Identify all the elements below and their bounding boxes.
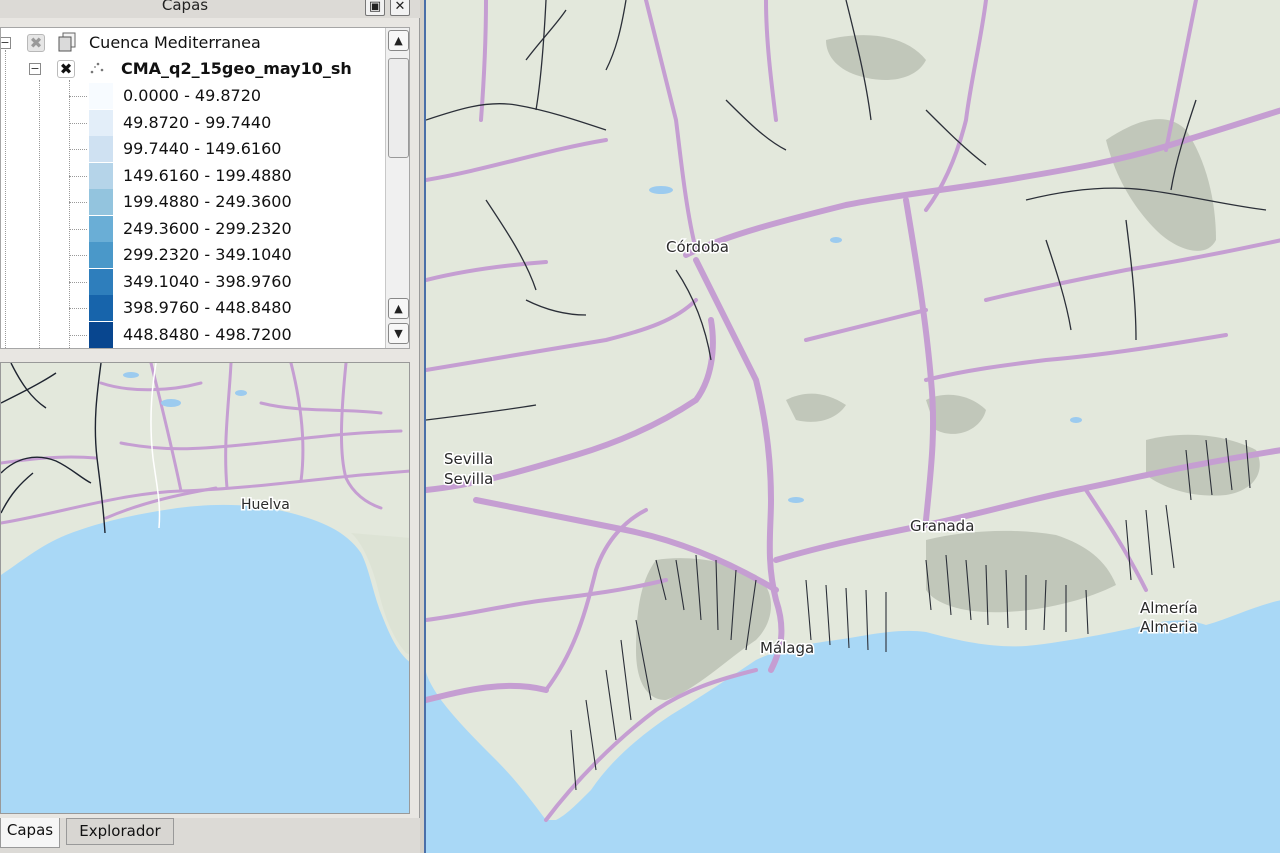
legend-color-swatch: [89, 242, 113, 268]
legend-row: 0.0000 - 49.8720: [1, 83, 381, 109]
overview-map[interactable]: Huelva: [0, 362, 410, 814]
legend-row: 349.1040 - 398.9760: [1, 268, 381, 295]
point-layer-icon: [87, 58, 107, 78]
legend-label: 0.0000 - 49.8720: [123, 86, 262, 105]
city-label-malaga: Málaga: [760, 639, 814, 657]
legend-row: 299.2320 - 349.1040: [1, 242, 381, 268]
scroll-up-arrow-icon[interactable]: ▲: [388, 298, 409, 319]
tree-connector: [69, 96, 87, 97]
tree-connector: [69, 281, 87, 283]
legend-label: 99.7440 - 149.6160: [123, 139, 282, 158]
city-label-almeria: Almería: [1140, 599, 1198, 617]
legend-label: 398.9760 - 448.8480: [123, 298, 292, 317]
layer-label: CMA_q2_15geo_may10_sh: [121, 59, 352, 78]
layers-dock: Capas ▣ ✕ − ✖ Cuenca Mediterranea − ✖ CM…: [0, 0, 420, 853]
legend-color-swatch: [89, 189, 113, 215]
legend-color-swatch: [89, 321, 113, 348]
group-layers-icon: [57, 32, 77, 52]
overview-city-label: Huelva: [241, 497, 290, 513]
collapse-group-icon[interactable]: −: [1, 37, 11, 49]
legend-label: 199.4880 - 249.3600: [123, 192, 292, 211]
group-visibility-checkbox[interactable]: ✖: [27, 34, 45, 52]
layer-visibility-checkbox[interactable]: ✖: [57, 60, 75, 78]
legend-label: 299.2320 - 349.1040: [123, 245, 292, 264]
scroll-up-arrow-icon[interactable]: ▲: [388, 30, 409, 51]
legend-color-swatch: [89, 162, 113, 189]
layer-tree: − ✖ Cuenca Mediterranea − ✖ CMA_q2_15geo…: [0, 27, 410, 349]
legend-label: 349.1040 - 398.9760: [123, 271, 292, 291]
tree-connector: [69, 202, 87, 203]
tree-connector: [69, 334, 87, 336]
layer-row[interactable]: − ✖ CMA_q2_15geo_may10_sh: [1, 56, 381, 82]
city-label-sevilla-alt: Sevilla: [444, 470, 493, 488]
city-label-sevilla: Sevilla: [444, 450, 493, 468]
city-label-almeria-alt: Almeria: [1140, 618, 1198, 636]
tree-connector: [69, 175, 87, 177]
close-dock-button[interactable]: ✕: [390, 0, 410, 16]
tab-capas[interactable]: Capas: [0, 818, 60, 848]
legend-row: 199.4880 - 249.3600: [1, 189, 381, 215]
map-canvas[interactable]: Córdoba Sevilla Sevilla Granada Málaga A…: [424, 0, 1280, 853]
legend-row: 149.6160 - 199.4880: [1, 162, 381, 189]
layer-group-row[interactable]: − ✖ Cuenca Mediterranea: [1, 30, 381, 56]
legend-label: 448.8480 - 498.7200: [123, 324, 292, 344]
legend-label: 249.3600 - 299.2320: [123, 218, 292, 238]
group-label: Cuenca Mediterranea: [89, 33, 261, 52]
dock-title-bar: Capas ▣ ✕: [0, 0, 420, 18]
legend-color-swatch: [89, 268, 113, 295]
tree-connector: [69, 122, 87, 124]
legend-row: 249.3600 - 299.2320: [1, 215, 381, 242]
legend-row: 99.7440 - 149.6160: [1, 136, 381, 162]
city-label-granada: Granada: [910, 517, 974, 535]
legend-color-swatch: [89, 109, 113, 136]
legend-color-swatch: [89, 215, 113, 242]
tree-connector: [69, 255, 87, 256]
scroll-thumb[interactable]: [388, 58, 409, 158]
dock-title: Capas: [161, 0, 209, 14]
legend-row: 398.9760 - 448.8480: [1, 295, 381, 321]
city-label-cordoba: Córdoba: [666, 238, 729, 256]
legend-color-swatch: [89, 295, 113, 321]
legend-color-swatch: [89, 83, 113, 109]
legend-row: 448.8480 - 498.7200: [1, 321, 381, 348]
legend-label: 149.6160 - 199.4880: [123, 165, 292, 185]
tab-explorador[interactable]: Explorador: [66, 818, 174, 845]
collapse-layer-icon[interactable]: −: [29, 63, 41, 75]
tree-connector: [69, 308, 87, 309]
layer-tree-scrollbar[interactable]: ▲ ▲ ▼: [385, 28, 409, 348]
dock-tabs: Capas Explorador: [0, 818, 420, 853]
legend-row: 49.8720 - 99.7440: [1, 109, 381, 136]
scroll-down-arrow-icon[interactable]: ▼: [388, 323, 409, 344]
legend-color-swatch: [89, 136, 113, 162]
tree-connector: [69, 228, 87, 230]
legend-label: 49.8720 - 99.7440: [123, 112, 272, 132]
tree-connector: [69, 149, 87, 150]
float-dock-button[interactable]: ▣: [365, 0, 385, 16]
qgis-window: Capas ▣ ✕ − ✖ Cuenca Mediterranea − ✖ CM…: [0, 0, 1280, 853]
